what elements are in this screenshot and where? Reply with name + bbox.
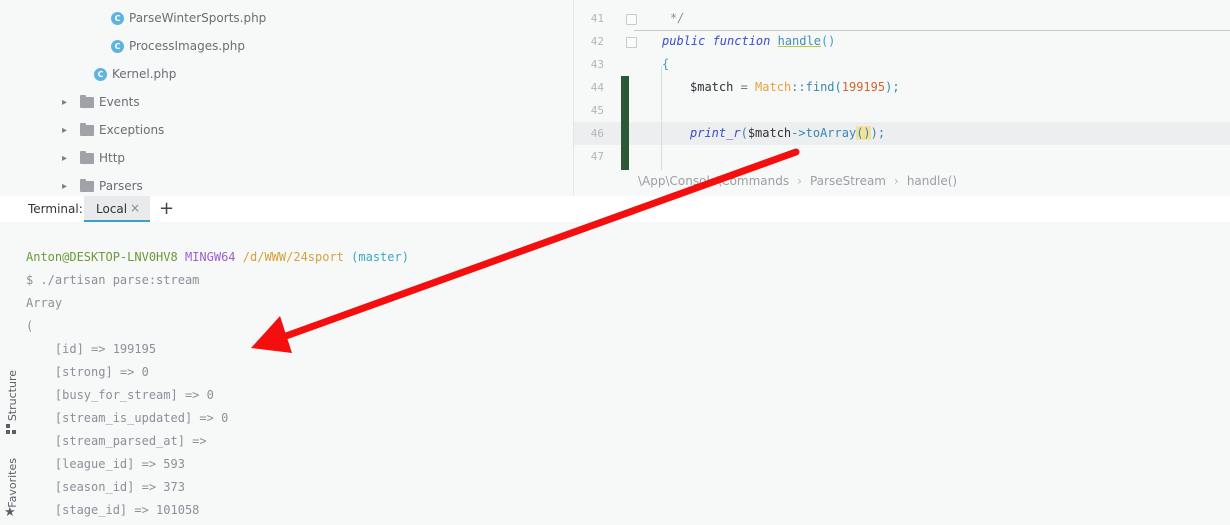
vcs-change-marker[interactable] xyxy=(621,76,629,170)
tree-item-parsewintersports[interactable]: C ParseWinterSports.php xyxy=(111,8,266,28)
breadcrumb-class[interactable]: ParseStream xyxy=(810,174,886,188)
php-class-icon: C xyxy=(111,39,124,53)
code-keyword: public function xyxy=(662,34,778,48)
tab-local[interactable]: Local × xyxy=(84,196,150,222)
fold-marker-icon[interactable] xyxy=(626,37,637,48)
tree-folder-events[interactable]: ▸ Events xyxy=(62,92,140,112)
breadcrumb-method[interactable]: handle() xyxy=(907,174,957,188)
tree-item-label: ProcessImages.php xyxy=(129,39,246,53)
terminal-line: [stream_parsed_at] => xyxy=(26,434,207,448)
fold-marker-icon[interactable] xyxy=(626,14,637,25)
line-number: 47 xyxy=(590,150,604,163)
tree-folder-parsers[interactable]: ▸ Parsers xyxy=(62,176,143,196)
code-call: ::find( xyxy=(791,80,842,94)
tree-item-label: Events xyxy=(99,95,140,109)
code-line-44: $match = Match::find(199195); xyxy=(690,80,900,94)
folder-icon xyxy=(80,150,94,164)
terminal-tab-bar: Terminal: Local × + xyxy=(0,196,1230,222)
code-line-41: */ xyxy=(670,11,685,25)
code-number: 199195 xyxy=(841,80,886,94)
folder-icon xyxy=(80,178,94,192)
tree-item-processimages[interactable]: C ProcessImages.php xyxy=(111,36,245,56)
prompt-user: Anton@DESKTOP-LNV0HV8 xyxy=(26,250,178,264)
terminal-line: [busy_for_stream] => 0 xyxy=(26,388,214,402)
structure-label: Structure xyxy=(6,370,19,422)
code-function-call: print_r xyxy=(690,126,741,140)
breadcrumb: \App\Console\Commands › ParseStream › handle… xyxy=(638,174,957,188)
code-editor[interactable]: 41 42 43 44 45 46 47 */ public function … xyxy=(573,0,1230,196)
chevron-right-icon[interactable]: ▸ xyxy=(62,97,72,108)
structure-icon xyxy=(6,424,16,434)
tree-item-label: Http xyxy=(99,151,126,165)
folder-icon xyxy=(80,94,94,108)
terminal-line: [stream_is_updated] => 0 xyxy=(26,411,229,425)
favorites-tool-button[interactable]: Favorites ★ xyxy=(0,458,24,522)
tree-item-label: ParseWinterSports.php xyxy=(129,11,267,25)
code-variable: $match xyxy=(690,80,734,94)
indent-guide xyxy=(661,66,662,170)
code-method: ->toArray xyxy=(791,126,857,140)
chevron-right-icon[interactable]: ▸ xyxy=(62,153,72,164)
project-tree: C ParseWinterSports.php C ProcessImages.… xyxy=(0,0,573,196)
code-class: Match xyxy=(755,80,792,94)
structure-tool-button[interactable]: Structure xyxy=(0,370,24,436)
tab-local-label: Local xyxy=(96,202,128,216)
prompt-path: /d/WWW/24sport xyxy=(242,250,344,264)
code-paren: ( xyxy=(740,126,748,140)
terminal-output[interactable]: Anton@DESKTOP-LNV0HV8 MINGW64 /d/WWW/24s… xyxy=(0,222,1230,525)
breadcrumb-separator: › xyxy=(797,174,802,188)
code-end: ); xyxy=(885,80,900,94)
line-number: 44 xyxy=(590,81,604,94)
tree-item-kernel[interactable]: C Kernel.php xyxy=(94,64,176,84)
line-number: 42 xyxy=(590,35,604,48)
close-icon[interactable]: × xyxy=(130,201,140,215)
breadcrumb-namespace[interactable]: \App\Console\Commands xyxy=(638,174,789,188)
code-variable: $match xyxy=(747,126,792,140)
terminal-line: [stage_id] => 101058 xyxy=(26,503,200,517)
terminal-line: ( xyxy=(26,319,34,333)
chevron-right-icon[interactable]: ▸ xyxy=(62,181,72,192)
line-number: 45 xyxy=(590,104,604,117)
code-line-42: public function handle() xyxy=(662,34,835,48)
terminal-line: [strong] => 0 xyxy=(26,365,149,379)
code-line-43: { xyxy=(662,57,670,71)
line-number: 41 xyxy=(590,12,604,25)
line-number: 43 xyxy=(590,58,604,71)
tree-item-label: Kernel.php xyxy=(112,67,177,81)
code-matched-parens: () xyxy=(856,126,871,140)
php-class-icon: C xyxy=(94,67,107,81)
method-separator xyxy=(634,30,1230,31)
php-class-icon: C xyxy=(111,11,124,25)
code-operator: = xyxy=(733,80,756,94)
terminal-label: Terminal: xyxy=(28,202,83,216)
code-end: ); xyxy=(870,126,886,140)
terminal-line: [id] => 199195 xyxy=(26,342,157,356)
prompt-env: MINGW64 xyxy=(184,250,236,264)
tree-item-label: Exceptions xyxy=(99,123,165,137)
terminal-line: $ ./artisan parse:stream xyxy=(26,273,200,287)
chevron-right-icon[interactable]: ▸ xyxy=(62,125,72,136)
breadcrumb-separator: › xyxy=(894,174,899,188)
tree-folder-http[interactable]: ▸ Http xyxy=(62,148,125,168)
tree-folder-exceptions[interactable]: ▸ Exceptions xyxy=(62,120,164,140)
terminal-prompt: Anton@DESKTOP-LNV0HV8 MINGW64 /d/WWW/24s… xyxy=(26,250,409,264)
prompt-branch: (master) xyxy=(351,250,409,264)
code-parens: () xyxy=(820,34,836,48)
line-number: 46 xyxy=(590,127,604,140)
favorites-label: Favorites xyxy=(6,458,19,508)
code-line-46: print_r($match->toArray()); xyxy=(690,126,885,140)
terminal-line: [season_id] => 373 xyxy=(26,480,185,494)
folder-icon xyxy=(80,122,94,136)
tree-item-label: Parsers xyxy=(99,179,143,193)
star-icon: ★ xyxy=(4,505,16,520)
terminal-line: Array xyxy=(26,296,63,310)
code-function-name: handle xyxy=(777,34,821,48)
terminal-line: [league_id] => 593 xyxy=(26,457,185,471)
add-tab-icon[interactable]: + xyxy=(159,198,174,219)
current-line-highlight xyxy=(574,122,1230,145)
